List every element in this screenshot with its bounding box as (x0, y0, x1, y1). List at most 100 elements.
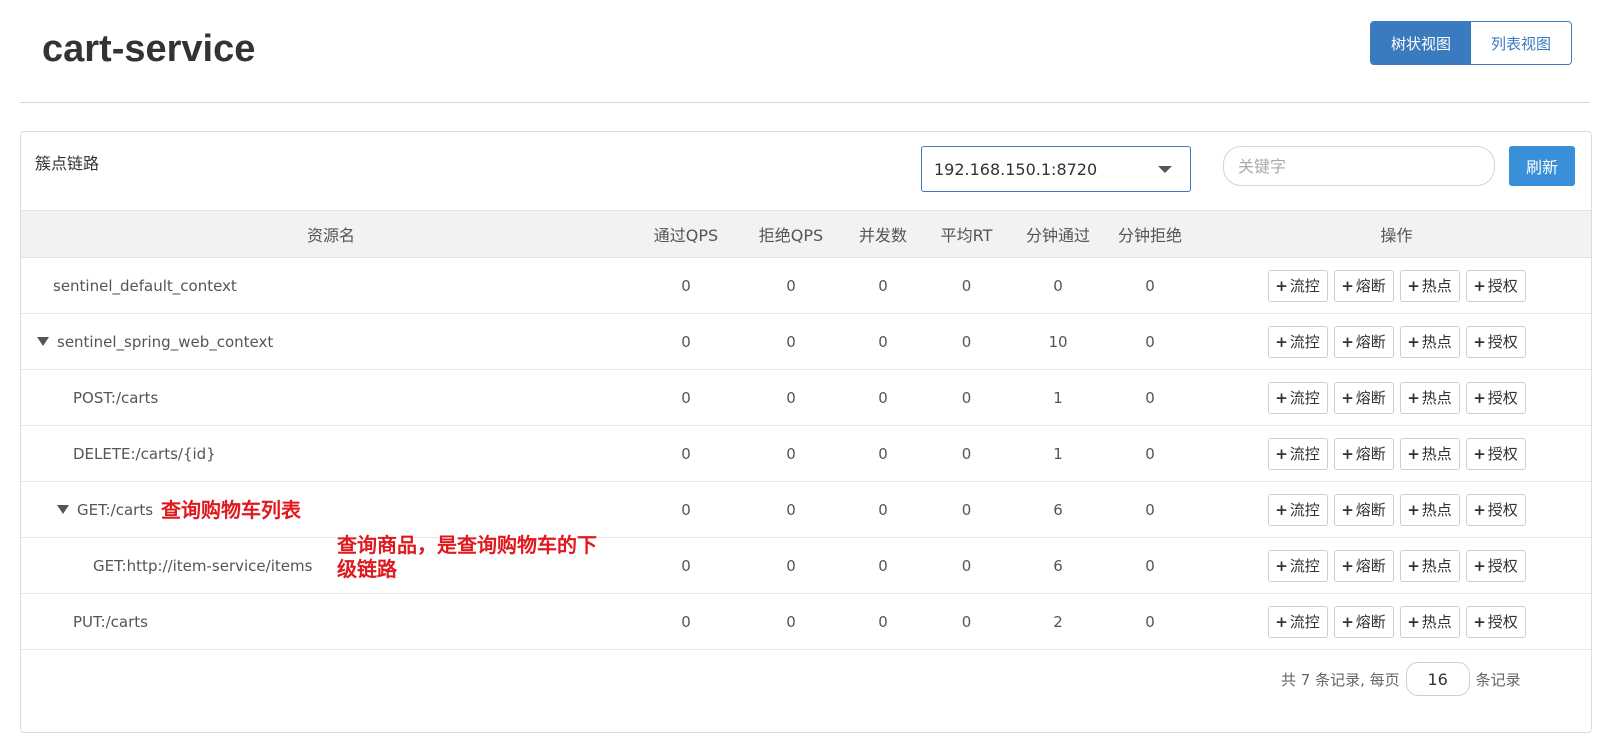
action-label: 熔断 (1355, 557, 1386, 575)
action-label: 授权 (1487, 613, 1518, 631)
column-header-avg-rt: 平均RT (915, 210, 1018, 258)
avg-rt-cell: 0 (915, 593, 1018, 650)
action-label: 热点 (1421, 501, 1452, 519)
pass-qps-cell: 0 (641, 257, 731, 314)
table-row: sentinel_spring_web_context 0 0 0 0 10 0… (21, 313, 1591, 370)
machine-select-value: 192.168.150.1:8720 (934, 159, 1098, 179)
minute-block-cell: 0 (1098, 481, 1202, 538)
resource-panel: 簇点链路 192.168.150.1:8720 刷新 资源名 通过QPS 拒绝Q… (20, 131, 1592, 733)
plus-icon: + (1407, 332, 1420, 351)
plus-icon: + (1275, 444, 1288, 463)
avg-rt-cell: 0 (915, 313, 1018, 370)
hotspot-rule-button[interactable]: + 热点 (1399, 605, 1460, 638)
authority-rule-button[interactable]: + 授权 (1465, 605, 1526, 638)
minute-pass-cell: 0 (1018, 257, 1098, 314)
flow-rule-button[interactable]: + 流控 (1267, 381, 1328, 414)
action-label: 流控 (1289, 557, 1320, 575)
flow-rule-button[interactable]: + 流控 (1267, 325, 1328, 358)
flow-rule-button[interactable]: + 流控 (1267, 269, 1328, 302)
minute-pass-cell: 6 (1018, 481, 1098, 538)
tree-collapse-icon[interactable] (37, 337, 49, 346)
authority-rule-button[interactable]: + 授权 (1465, 549, 1526, 582)
resource-name-wrap: POST:/carts (21, 389, 641, 407)
tree-collapse-icon[interactable] (57, 505, 69, 514)
resource-name-cell: POST:/carts (21, 369, 641, 426)
action-label: 熔断 (1355, 445, 1386, 463)
concurrency-cell: 0 (851, 593, 915, 650)
plus-icon: + (1407, 388, 1420, 407)
annotation-get-carts: 查询购物车列表 (161, 497, 302, 522)
table-row: DELETE:/carts/{id} 0 0 0 0 1 0 + 流控 + 熔断 +… (21, 425, 1591, 482)
plus-icon: + (1275, 332, 1288, 351)
degrade-rule-button[interactable]: + 熔断 (1333, 493, 1394, 526)
flow-rule-button[interactable]: + 流控 (1267, 493, 1328, 526)
action-label: 热点 (1421, 333, 1452, 351)
resource-name-wrap: PUT:/carts (21, 613, 641, 631)
block-qps-cell: 0 (731, 593, 851, 650)
degrade-rule-button[interactable]: + 熔断 (1333, 605, 1394, 638)
pass-qps-cell: 0 (641, 537, 731, 594)
authority-rule-button[interactable]: + 授权 (1465, 437, 1526, 470)
list-view-button[interactable]: 列表视图 (1471, 22, 1571, 64)
hotspot-rule-button[interactable]: + 热点 (1399, 269, 1460, 302)
actions-cell: + 流控 + 熔断 + 热点 + 授权 (1202, 257, 1591, 314)
resource-name-wrap: DELETE:/carts/{id} (21, 445, 641, 463)
hotspot-rule-button[interactable]: + 热点 (1399, 493, 1460, 526)
avg-rt-cell: 0 (915, 257, 1018, 314)
authority-rule-button[interactable]: + 授权 (1465, 269, 1526, 302)
block-qps-cell: 0 (731, 313, 851, 370)
flow-rule-button[interactable]: + 流控 (1267, 605, 1328, 638)
degrade-rule-button[interactable]: + 熔断 (1333, 437, 1394, 470)
pass-qps-cell: 0 (641, 369, 731, 426)
action-label: 流控 (1289, 277, 1320, 295)
machine-select[interactable]: 192.168.150.1:8720 (921, 146, 1191, 192)
column-header-resource: 资源名 (21, 210, 641, 258)
refresh-button[interactable]: 刷新 (1509, 146, 1575, 186)
degrade-rule-button[interactable]: + 熔断 (1333, 549, 1394, 582)
resource-name-wrap: GET:/carts 查询购物车列表 (21, 498, 641, 522)
flow-rule-button[interactable]: + 流控 (1267, 549, 1328, 582)
tree-view-button[interactable]: 树状视图 (1371, 22, 1471, 64)
authority-rule-button[interactable]: + 授权 (1465, 381, 1526, 414)
authority-rule-button[interactable]: + 授权 (1465, 493, 1526, 526)
column-header-minute-pass: 分钟通过 (1018, 210, 1098, 258)
block-qps-cell: 0 (731, 425, 851, 482)
column-header-pass-qps: 通过QPS (641, 210, 731, 258)
keyword-search-input[interactable] (1223, 146, 1495, 186)
plus-icon: + (1473, 388, 1486, 407)
authority-rule-button[interactable]: + 授权 (1465, 325, 1526, 358)
action-label: 熔断 (1355, 333, 1386, 351)
hotspot-rule-button[interactable]: + 热点 (1399, 549, 1460, 582)
row-actions: + 流控 + 熔断 + 热点 + 授权 (1202, 437, 1591, 470)
plus-icon: + (1341, 444, 1354, 463)
action-label: 授权 (1487, 277, 1518, 295)
degrade-rule-button[interactable]: + 熔断 (1333, 269, 1394, 302)
actions-cell: + 流控 + 熔断 + 热点 + 授权 (1202, 537, 1591, 594)
hotspot-rule-button[interactable]: + 热点 (1399, 325, 1460, 358)
action-label: 熔断 (1355, 501, 1386, 519)
pass-qps-cell: 0 (641, 313, 731, 370)
page-size-input[interactable] (1405, 662, 1470, 696)
pagination-total: 共 7 条记录, 每页 (1281, 670, 1400, 689)
resource-name: GET:http://item-service/items (93, 556, 313, 575)
row-actions: + 流控 + 熔断 + 热点 + 授权 (1202, 381, 1591, 414)
degrade-rule-button[interactable]: + 熔断 (1333, 325, 1394, 358)
minute-block-cell: 0 (1098, 593, 1202, 650)
column-header-actions: 操作 (1202, 210, 1591, 258)
avg-rt-cell: 0 (915, 425, 1018, 482)
action-label: 授权 (1487, 445, 1518, 463)
action-label: 热点 (1421, 389, 1452, 407)
action-label: 热点 (1421, 613, 1452, 631)
hotspot-rule-button[interactable]: + 热点 (1399, 437, 1460, 470)
flow-rule-button[interactable]: + 流控 (1267, 437, 1328, 470)
degrade-rule-button[interactable]: + 熔断 (1333, 381, 1394, 414)
plus-icon: + (1275, 500, 1288, 519)
actions-cell: + 流控 + 熔断 + 热点 + 授权 (1202, 425, 1591, 482)
row-actions: + 流控 + 熔断 + 热点 + 授权 (1202, 605, 1591, 638)
resource-name: GET:/carts (77, 500, 154, 519)
row-actions: + 流控 + 熔断 + 热点 + 授权 (1202, 493, 1591, 526)
resource-name-cell: PUT:/carts (21, 593, 641, 650)
row-actions: + 流控 + 熔断 + 热点 + 授权 (1202, 269, 1591, 302)
hotspot-rule-button[interactable]: + 热点 (1399, 381, 1460, 414)
table-header-row: 资源名 通过QPS 拒绝QPS 并发数 平均RT 分钟通过 分钟拒绝 操作 (21, 210, 1591, 258)
